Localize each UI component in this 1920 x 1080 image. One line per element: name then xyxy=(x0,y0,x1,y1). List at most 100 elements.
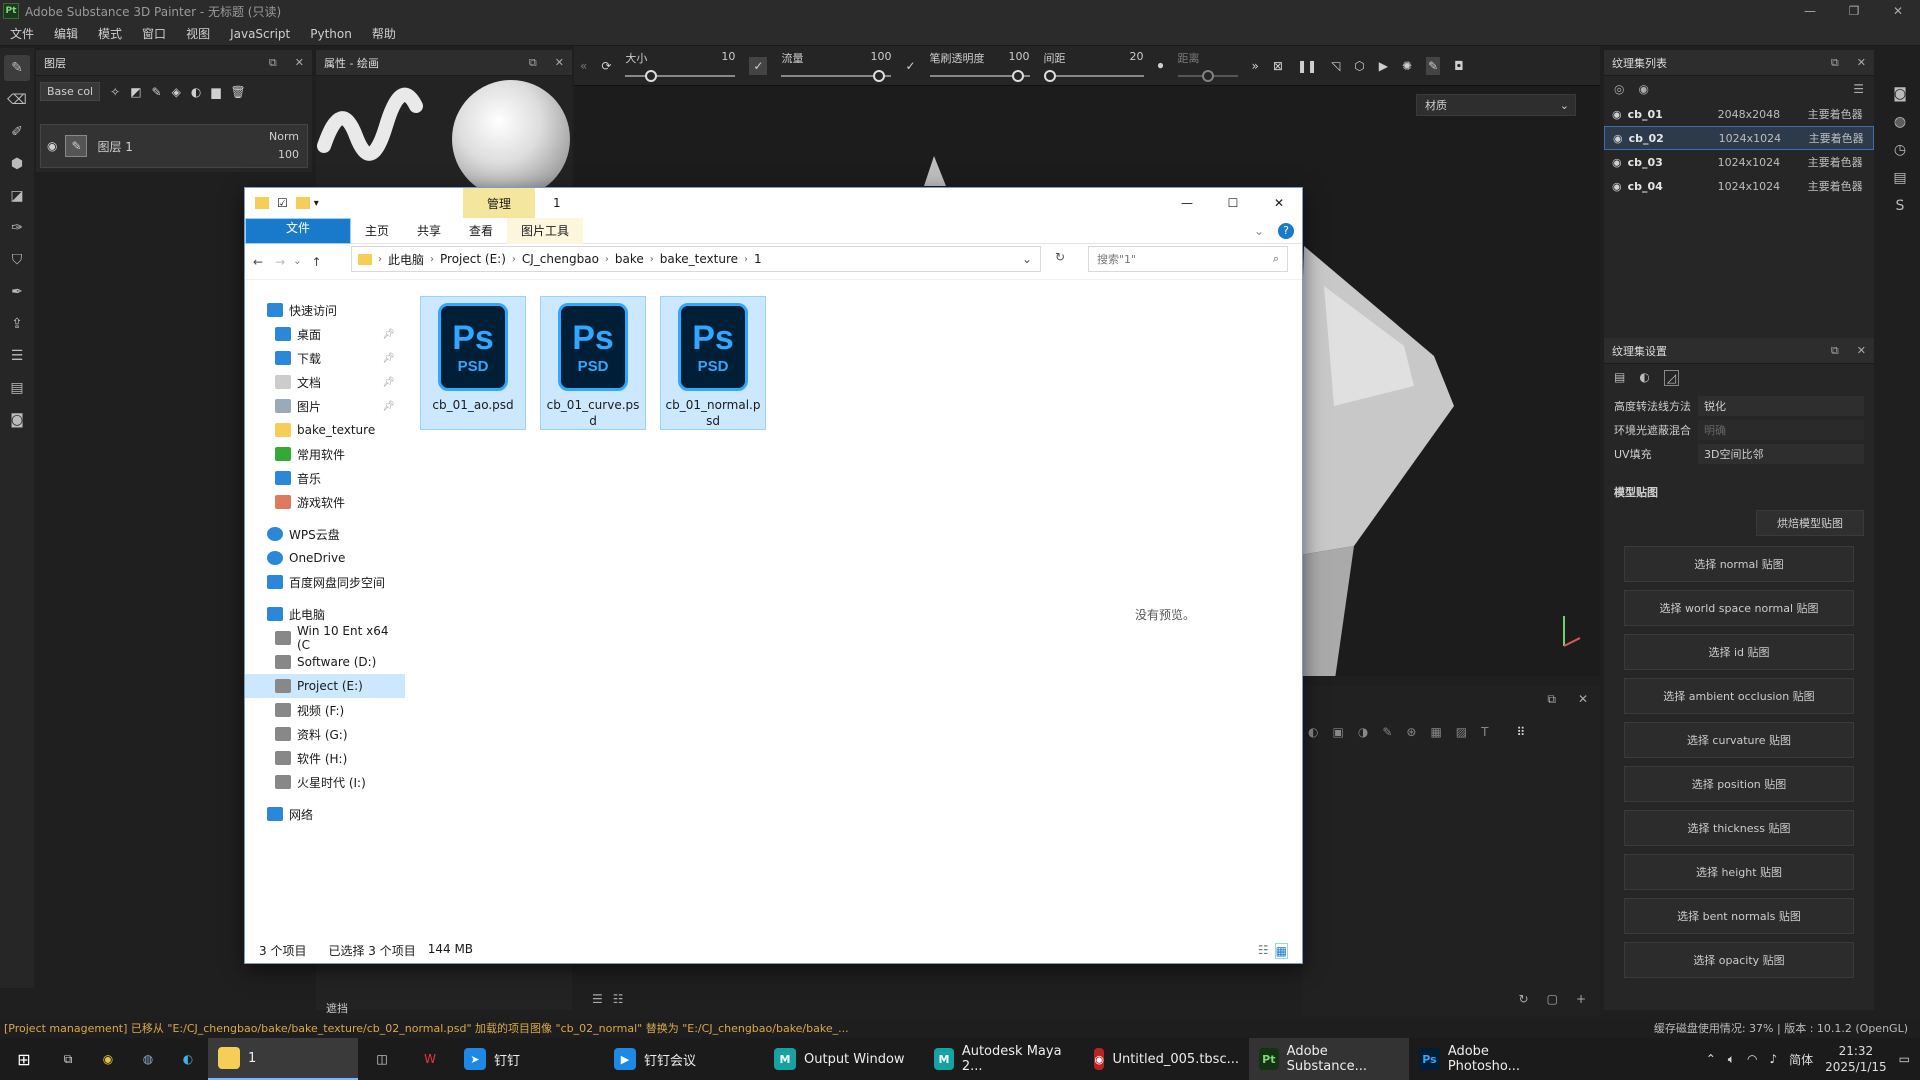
shelf-brushes-icon[interactable]: ✎ xyxy=(1382,725,1392,739)
clone-icon[interactable]: ⛉ xyxy=(4,247,30,273)
texture-set-row[interactable]: ◉ cb_02 1024x1024 主要着色器 xyxy=(1604,126,1874,150)
nav-item[interactable]: 网络 xyxy=(245,802,405,826)
maximize-icon[interactable]: ❐ xyxy=(1832,0,1876,22)
add-mask-icon[interactable]: ◐ xyxy=(191,85,201,99)
shelf-text-icon[interactable]: T xyxy=(1481,725,1488,739)
address-dropdown-icon[interactable]: ⌄ xyxy=(1022,252,1032,266)
view-2d-icon[interactable]: ◹ xyxy=(1331,59,1340,73)
large-icons-view-icon[interactable]: ▦ xyxy=(1274,943,1288,959)
quick-access-dropdown-icon[interactable]: ▾ xyxy=(314,198,319,209)
back-icon[interactable]: ← xyxy=(245,255,271,269)
nav-item[interactable]: Win 10 Ent x64 (C xyxy=(245,624,405,652)
mask-icon[interactable]: ◩ xyxy=(130,85,141,99)
screenshot-icon[interactable]: ◙ xyxy=(4,407,30,433)
wps-icon[interactable]: W xyxy=(406,1052,454,1066)
nav-item[interactable]: 此电脑 xyxy=(245,602,405,626)
shelf-smart-icon[interactable]: ▣ xyxy=(1332,725,1343,739)
menu-javascript[interactable]: JavaScript xyxy=(220,27,300,41)
edge-icon[interactable]: ◐ xyxy=(168,1052,208,1066)
minimize-icon[interactable]: — xyxy=(1788,0,1832,22)
select-thickness-map-button[interactable]: 选择 thickness 贴图 xyxy=(1624,810,1854,846)
texture-set-row[interactable]: ◉ cb_01 2048x2048 主要着色器 xyxy=(1604,102,1874,126)
nav-item[interactable]: 视频 (F:) xyxy=(245,698,405,722)
eraser-icon[interactable]: ⌫ xyxy=(4,87,30,113)
delete-layer-icon[interactable]: 🗑 xyxy=(231,85,246,99)
setting-select[interactable]: 锐化 xyxy=(1698,396,1864,416)
ribbon-view-tab[interactable]: 查看 xyxy=(455,222,507,239)
new-folder-icon[interactable] xyxy=(295,197,310,209)
undock-icon[interactable]: ⧉ xyxy=(529,56,537,70)
undock-icon[interactable]: ⧉ xyxy=(269,56,277,70)
nav-item[interactable]: 快速访问 xyxy=(245,298,405,322)
spacing-slider[interactable] xyxy=(1043,66,1144,82)
bake-icon[interactable]: ☰ xyxy=(4,343,30,369)
blend-mode[interactable]: Norm xyxy=(269,128,299,146)
pin-icon[interactable]: 📌︎ xyxy=(382,353,395,364)
layer-name[interactable]: 图层 1 xyxy=(97,138,132,155)
add-fill-layer-icon[interactable]: ◈ xyxy=(172,85,181,99)
lighting-icon[interactable]: ✺ xyxy=(1402,59,1412,73)
properties-icon[interactable]: ☑ xyxy=(277,196,288,210)
new-window-icon[interactable]: ▢ xyxy=(1547,992,1558,1006)
ribbon-expand-icon[interactable]: ⌄ xyxy=(1240,224,1278,238)
tray-expand-icon[interactable]: ⌃ xyxy=(1706,1052,1716,1066)
visibility-eye-icon[interactable]: ◉ xyxy=(1613,132,1623,145)
close-icon[interactable]: ✕ xyxy=(1256,188,1302,218)
nav-item[interactable]: 游戏软件 xyxy=(245,490,405,514)
export-icon[interactable]: ⇪ xyxy=(4,311,30,337)
clock[interactable]: 21:32 2025/1/15 xyxy=(1825,1043,1887,1075)
layer-row[interactable]: ◉ ✎ 图层 1 Norm 100 xyxy=(40,124,308,168)
panel-close-icon[interactable]: ✕ xyxy=(1857,56,1866,70)
breadcrumb-item[interactable]: bake_texture xyxy=(654,252,744,266)
search-input[interactable]: 搜索"1" ⌕ xyxy=(1088,246,1288,272)
taskbar-item-untitled[interactable]: ◉ Untitled_005.tbsc... xyxy=(1084,1038,1249,1080)
lazy-mouse-icon[interactable]: ⟳ xyxy=(601,59,611,73)
file-item[interactable]: Ps PSD cb_01_ao.psd xyxy=(420,296,526,430)
nav-item[interactable]: 图片 📌︎ xyxy=(245,394,405,418)
list-menu-icon[interactable]: ☰ xyxy=(1853,82,1864,96)
shelf-materials-icon[interactable]: ◐ xyxy=(1308,725,1318,739)
nav-item[interactable]: OneDrive xyxy=(245,546,405,570)
size-slider[interactable] xyxy=(625,66,736,82)
projection-icon[interactable]: ✐ xyxy=(4,119,30,145)
spacing-value[interactable]: 20 xyxy=(1130,50,1144,66)
add-icon[interactable]: + xyxy=(1576,992,1586,1006)
setting-select[interactable]: 3D空间比邻 xyxy=(1698,444,1864,464)
visibility-eye-icon[interactable]: ◉ xyxy=(1612,180,1622,193)
taskbar-item-maya[interactable]: M Autodesk Maya 2... xyxy=(924,1038,1084,1080)
refresh-icon[interactable]: ↻ xyxy=(1519,992,1529,1006)
symmetry-icon[interactable]: « xyxy=(580,59,587,73)
hide-all-icon[interactable]: ◎ xyxy=(1614,82,1624,96)
ribbon-share-tab[interactable]: 共享 xyxy=(403,222,455,239)
texture-set-settings-icon[interactable]: ◍ xyxy=(1894,114,1906,130)
nav-item[interactable]: Project (E:) xyxy=(245,674,405,698)
geometry-fill-icon[interactable]: ⬢ xyxy=(4,151,30,177)
visibility-eye-icon[interactable]: ◉ xyxy=(47,139,57,153)
breadcrumb-item[interactable]: bake xyxy=(609,252,650,266)
brush-opacity-value[interactable]: 100 xyxy=(1009,50,1030,66)
uv-tab-icon[interactable]: ◿ xyxy=(1663,370,1680,386)
ribbon-file-tab[interactable]: 文件 xyxy=(245,217,351,244)
up-icon[interactable]: ↑ xyxy=(306,255,328,269)
select-id-map-button[interactable]: 选择 id 贴图 xyxy=(1624,634,1854,670)
manage-tab[interactable]: 管理 xyxy=(463,188,535,218)
brush-mode-icon[interactable]: ✎ xyxy=(1426,56,1441,75)
material-tab-icon[interactable]: ◐ xyxy=(1639,370,1649,386)
ime-indicator[interactable]: 简体 xyxy=(1789,1051,1813,1068)
display-icon[interactable]: ▤ xyxy=(4,375,30,401)
nav-item[interactable]: 音乐 xyxy=(245,466,405,490)
select-ao-map-button[interactable]: 选择 ambient occlusion 贴图 xyxy=(1624,678,1854,714)
breadcrumb-item[interactable]: CJ_chengbao xyxy=(516,252,605,266)
channel-select[interactable]: Base col xyxy=(40,82,101,101)
undock-icon[interactable]: ⧉ xyxy=(1831,56,1839,70)
store-icon[interactable]: ◫ xyxy=(358,1052,406,1066)
refresh-icon[interactable]: ↻ xyxy=(1055,250,1065,264)
taskbar-item-photoshop[interactable]: Ps Adobe Photosho... xyxy=(1409,1038,1569,1080)
size-value[interactable]: 10 xyxy=(721,50,735,66)
pause-icon[interactable]: ❚❚ xyxy=(1297,59,1317,73)
nav-item[interactable]: 资料 (G:) xyxy=(245,722,405,746)
task-view-icon[interactable]: ⧉ xyxy=(48,1052,88,1067)
recent-dropdown-icon[interactable]: ⌄ xyxy=(289,256,305,267)
log-icon[interactable]: ▤ xyxy=(1893,170,1906,186)
taskbar-item-meeting[interactable]: ▶ 钉钉会议 xyxy=(604,1038,764,1080)
